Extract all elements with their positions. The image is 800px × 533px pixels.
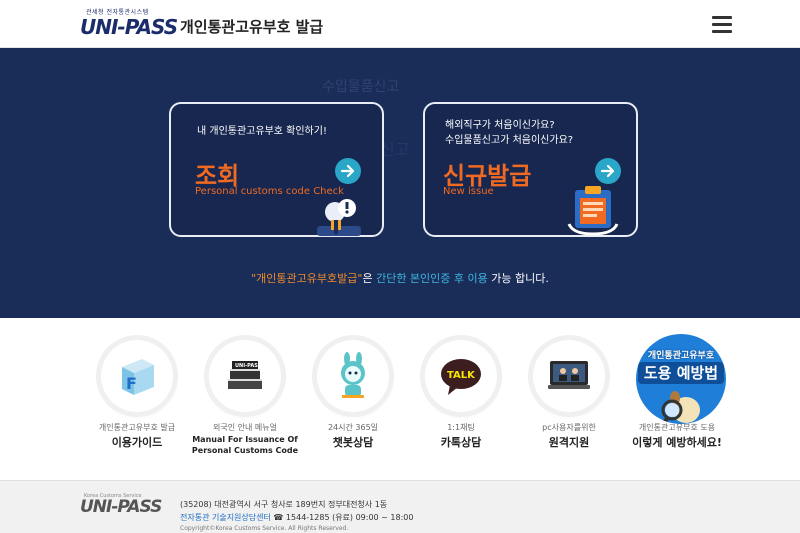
page-title: 개인통관고유부호 발급 <box>180 18 324 36</box>
lookup-card[interactable]: 내 개인통관고유부호 확인하기! 조회 Personal customs cod… <box>169 102 384 237</box>
hero-section: 수입물품신고 신고 내 개인통관고유부호 확인하기! 조회 Personal c… <box>0 48 800 318</box>
svg-text:TALK: TALK <box>447 370 476 381</box>
unipass-logo[interactable]: 관세청 전자통관시스템 UNI-PASS <box>80 7 178 41</box>
prevention-icon: 개인통관고유부호 도용 예방법 <box>636 334 726 424</box>
new-issue-arrow-icon[interactable] <box>595 158 621 184</box>
footer-logo: UNI-PASS <box>80 497 162 517</box>
foreigner-manual-link[interactable]: UNI-PASS 외국인 안내 메뉴얼 Manual For Issuance … <box>190 334 300 474</box>
lookup-arrow-icon[interactable] <box>335 158 361 184</box>
manual-books-icon: UNI-PASS <box>209 340 281 412</box>
services-section: F 개인통관고유부호 발급 이용가이드 UNI-PASS 외국인 안내 메뉴얼 … <box>0 318 800 480</box>
footer-copyright: Copyright©Korea Customs Service. All Rig… <box>180 525 349 532</box>
footer-support-center: 전자통관 기술지원상담센터 ☎ 1544-1285 (유료) 09:00 ~ 1… <box>180 513 414 522</box>
remote-support-link[interactable]: pc사용자를위한 원격지원 <box>514 334 624 474</box>
hero-notice: "개인통관고유부호발급"은 간단한 본인인증 후 이용 가능 합니다. <box>251 272 549 285</box>
lookup-card-description: 내 개인통관고유부호 확인하기! <box>197 126 327 137</box>
svg-text:F: F <box>126 374 137 393</box>
hero-background-text-2: 신고 <box>380 140 410 159</box>
prevention-guide-link[interactable]: 개인통관고유부호 도용 예방법 개인통관고유부호 도용 이렇게 예방하세요! <box>622 334 732 474</box>
hero-background-text: 수입물품신고 <box>322 79 400 95</box>
kakaotalk-icon: TALK <box>425 340 497 412</box>
kakaotalk-link[interactable]: TALK 1:1채팅 카톡상담 <box>406 334 516 474</box>
chatbot-icon <box>317 340 389 412</box>
footer: Korea Customs Service UNI-PASS (35208) 대… <box>0 480 800 533</box>
new-issue-card-subtitle: New issue <box>443 186 494 197</box>
person-question-icon <box>317 199 361 236</box>
header: 관세청 전자통관시스템 UNI-PASS 개인통관고유부호 발급 <box>0 0 800 48</box>
clipboard-document-icon <box>567 186 619 236</box>
new-issue-card[interactable]: 해외직구가 처음이신가요? 수입물품신고가 처음이신가요? 신규발급 New i… <box>423 102 638 237</box>
svg-text:UNI-PASS: UNI-PASS <box>235 363 262 369</box>
remote-support-icon <box>533 340 605 412</box>
chatbot-link[interactable]: 24시간 365일 챗봇상담 <box>298 334 408 474</box>
footer-address: (35208) 대전광역시 서구 청사로 189번지 정부대전청사 1동 <box>180 500 388 509</box>
guide-f-icon: F <box>101 340 173 412</box>
hamburger-menu-icon[interactable] <box>712 16 732 33</box>
usage-guide-link[interactable]: F 개인통관고유부호 발급 이용가이드 <box>82 334 192 474</box>
logo-text: UNI-PASS <box>80 15 178 39</box>
new-issue-card-description: 해외직구가 처음이신가요? 수입물품신고가 처음이신가요? <box>445 120 574 146</box>
